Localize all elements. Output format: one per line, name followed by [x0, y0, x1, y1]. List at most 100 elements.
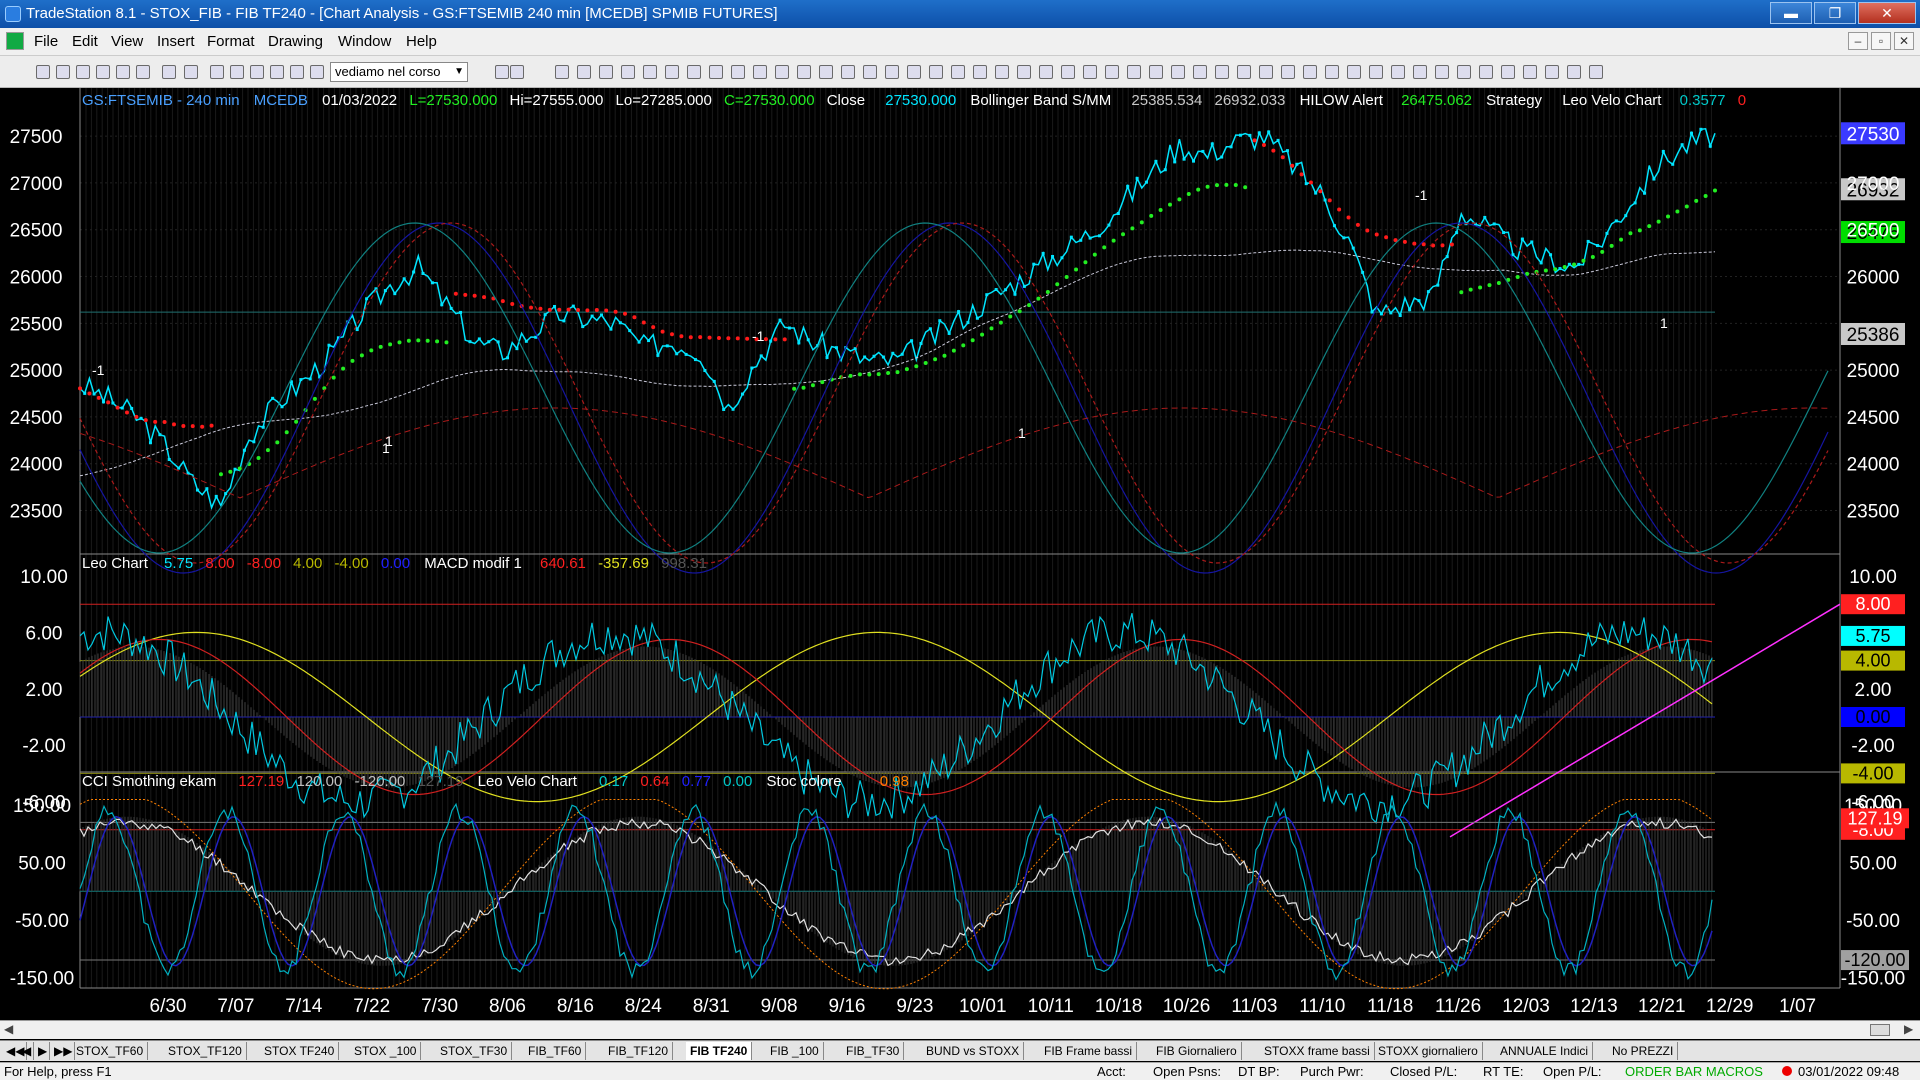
toolbar-button-3[interactable]: [96, 65, 110, 79]
tab-13[interactable]: STOXX frame bassi: [1260, 1042, 1375, 1060]
tab-4[interactable]: STOX_TF30: [436, 1042, 513, 1060]
tab-0[interactable]: STOX_TF60: [72, 1042, 149, 1060]
tab-9[interactable]: FIB_TF30: [842, 1042, 905, 1060]
toolbar-button-10[interactable]: [250, 65, 264, 79]
toolbar-button-33[interactable]: [929, 65, 943, 79]
toolbar-button-24[interactable]: [731, 65, 745, 79]
toolbar-button-29[interactable]: [841, 65, 855, 79]
toolbar-button-13[interactable]: [310, 65, 324, 79]
toolbar-button-4[interactable]: [116, 65, 130, 79]
status-order-bar[interactable]: ORDER BAR MACROS: [1625, 1063, 1763, 1080]
toolbar-button-17[interactable]: [577, 65, 591, 79]
toolbar-button-34[interactable]: [951, 65, 965, 79]
tab-14[interactable]: STOXX giornaliero: [1374, 1042, 1483, 1060]
menu-insert[interactable]: Insert: [157, 33, 195, 50]
toolbar-button-48[interactable]: [1259, 65, 1273, 79]
toolbar-button-45[interactable]: [1193, 65, 1207, 79]
toolbar-button-32[interactable]: [907, 65, 921, 79]
tab-nav-icon-1[interactable]: ◀: [20, 1042, 35, 1060]
toolbar-button-30[interactable]: [863, 65, 877, 79]
toolbar-button-16[interactable]: [555, 65, 569, 79]
toolbar-button-36[interactable]: [995, 65, 1009, 79]
mdi-minimize-button[interactable]: –: [1848, 32, 1868, 50]
toolbar-button-55[interactable]: [1413, 65, 1427, 79]
toolbar-button-53[interactable]: [1369, 65, 1383, 79]
mdi-close-button[interactable]: ✕: [1894, 32, 1914, 50]
toolbar-button-46[interactable]: [1215, 65, 1229, 79]
toolbar-button-9[interactable]: [230, 65, 244, 79]
toolbar-button-27[interactable]: [797, 65, 811, 79]
toolbar-button-42[interactable]: [1127, 65, 1141, 79]
tab-1[interactable]: STOX_TF120: [164, 1042, 247, 1060]
toolbar-button-25[interactable]: [753, 65, 767, 79]
toolbar-button-62[interactable]: [1567, 65, 1581, 79]
toolbar-button-41[interactable]: [1105, 65, 1119, 79]
chart-window-icon[interactable]: [6, 32, 24, 50]
tab-7[interactable]: FIB TF240: [686, 1042, 753, 1060]
toolbar-button-11[interactable]: [270, 65, 284, 79]
toolbar-button-15[interactable]: [510, 65, 524, 79]
toolbar-button-59[interactable]: [1501, 65, 1515, 79]
chart-area[interactable]: -11-11-111 27500270002650026000255002500…: [0, 88, 1920, 1020]
scroll-left-icon[interactable]: ◀: [4, 1022, 13, 1036]
toolbar-button-39[interactable]: [1061, 65, 1075, 79]
horizontal-scrollbar[interactable]: ◀ ▶: [0, 1020, 1920, 1039]
toolbar-button-18[interactable]: [599, 65, 613, 79]
tab-15[interactable]: ANNUALE Indici: [1496, 1042, 1594, 1060]
toolbar-button-5[interactable]: [136, 65, 150, 79]
tab-8[interactable]: FIB _100: [766, 1042, 824, 1060]
menu-view[interactable]: View: [111, 33, 143, 50]
toolbar-button-58[interactable]: [1479, 65, 1493, 79]
tab-10[interactable]: BUND vs STOXX: [922, 1042, 1025, 1060]
toolbar-button-44[interactable]: [1171, 65, 1185, 79]
toolbar-button-21[interactable]: [665, 65, 679, 79]
restore-button[interactable]: ❐: [1814, 2, 1856, 24]
toolbar-button-57[interactable]: [1457, 65, 1471, 79]
tab-12[interactable]: FIB Giornaliero: [1152, 1042, 1242, 1060]
toolbar-button-43[interactable]: [1149, 65, 1163, 79]
toolbar-button-22[interactable]: [687, 65, 701, 79]
toolbar-button-19[interactable]: [621, 65, 635, 79]
menu-help[interactable]: Help: [406, 33, 437, 50]
scroll-right-icon[interactable]: ▶: [1904, 1022, 1913, 1036]
close-button[interactable]: ✕: [1858, 2, 1916, 24]
toolbar-button-0[interactable]: [36, 65, 50, 79]
mdi-restore-button[interactable]: ▫: [1871, 32, 1891, 50]
toolbar-button-61[interactable]: [1545, 65, 1559, 79]
toolbar-button-23[interactable]: [709, 65, 723, 79]
toolbar-button-40[interactable]: [1083, 65, 1097, 79]
toolbar-button-50[interactable]: [1303, 65, 1317, 79]
toolbar-button-52[interactable]: [1347, 65, 1361, 79]
toolbar-button-60[interactable]: [1523, 65, 1537, 79]
toolbar-button-12[interactable]: [290, 65, 304, 79]
menu-file[interactable]: File: [34, 33, 58, 50]
tab-2[interactable]: STOX TF240: [260, 1042, 340, 1060]
tab-5[interactable]: FIB_TF60: [524, 1042, 587, 1060]
toolbar-button-1[interactable]: [56, 65, 70, 79]
tab-6[interactable]: FIB_TF120: [604, 1042, 674, 1060]
scroll-thumb[interactable]: [1870, 1024, 1890, 1036]
toolbar-button-26[interactable]: [775, 65, 789, 79]
tab-3[interactable]: STOX _100: [350, 1042, 422, 1060]
strategy-combo[interactable]: vediamo nel corso ▼: [330, 62, 468, 82]
menu-window[interactable]: Window: [338, 33, 391, 50]
menu-format[interactable]: Format: [207, 33, 255, 50]
toolbar-button-8[interactable]: [210, 65, 224, 79]
toolbar-button-63[interactable]: [1589, 65, 1603, 79]
tab-nav-icon-2[interactable]: ▶: [36, 1042, 51, 1060]
toolbar-button-14[interactable]: [495, 65, 509, 79]
toolbar-button-35[interactable]: [973, 65, 987, 79]
toolbar-button-51[interactable]: [1325, 65, 1339, 79]
minimize-button[interactable]: ▬: [1770, 2, 1812, 24]
tab-11[interactable]: FIB Frame bassi: [1040, 1042, 1138, 1060]
toolbar-button-20[interactable]: [643, 65, 657, 79]
toolbar-button-6[interactable]: [162, 65, 176, 79]
toolbar-button-38[interactable]: [1039, 65, 1053, 79]
toolbar-button-56[interactable]: [1435, 65, 1449, 79]
toolbar-button-28[interactable]: [819, 65, 833, 79]
tab-16[interactable]: No PREZZI: [1608, 1042, 1679, 1060]
toolbar-button-31[interactable]: [885, 65, 899, 79]
toolbar-button-49[interactable]: [1281, 65, 1295, 79]
toolbar-button-37[interactable]: [1017, 65, 1031, 79]
toolbar-button-7[interactable]: [184, 65, 198, 79]
